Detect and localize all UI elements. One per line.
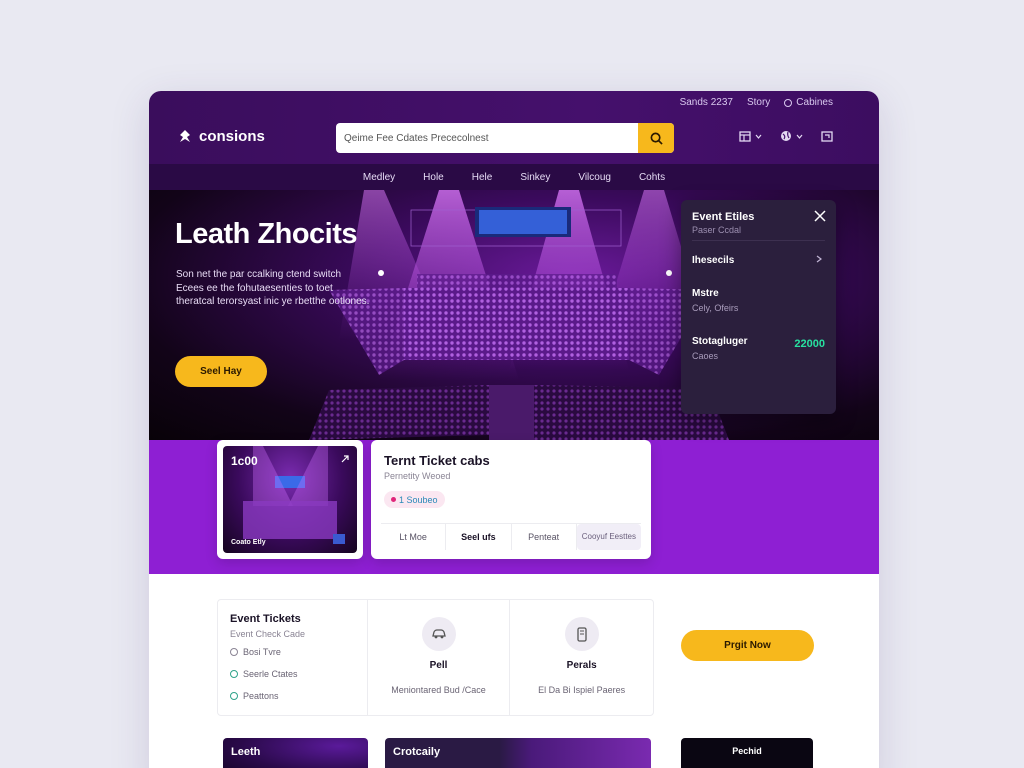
panel-row-3[interactable]: Stotagluger Caoes 22000 [692, 326, 825, 372]
chevron-right-icon [816, 255, 822, 263]
panel-subtitle: Paser Ccdal [692, 225, 742, 235]
tab-1[interactable]: Lt Moe [381, 524, 447, 550]
feature-label: Perals [566, 660, 597, 671]
ticket-info-card: Ternt Ticket cabs Pernetity Weoed 1 Soub… [371, 440, 651, 559]
hero-title: Leath Zhocits [175, 218, 358, 250]
panel-row-sub: Cely, Ofeirs [692, 303, 739, 313]
phone-icon [577, 626, 587, 642]
event-tile-2[interactable]: Crotcaily [385, 738, 651, 768]
header-icons [739, 130, 833, 142]
panel-title: Event Etiles [692, 211, 755, 223]
feature-col-perals[interactable]: Perals El Da Bi Ispiel Paeres [510, 600, 653, 715]
feature-item[interactable]: Bosi Tvre [230, 647, 355, 657]
language-menu[interactable] [780, 130, 803, 142]
nav-item-1[interactable]: Medley [363, 172, 395, 183]
search-button[interactable] [638, 123, 674, 153]
car-icon [431, 629, 446, 639]
feature-col-tickets: Event Tickets Event Check Cade Bosi Tvre… [218, 600, 368, 715]
app-frame: Sands 2237 Story Cabines consions Qeime … [149, 91, 879, 768]
window-icon [821, 130, 833, 142]
search-bar: Qeime Fee Cdates Prececolnest [336, 123, 674, 153]
nav-item-3[interactable]: Hele [472, 172, 493, 183]
feature-label: Pell [429, 660, 448, 671]
tab-2[interactable]: Seel ufs [446, 524, 512, 550]
chevron-down-icon [755, 134, 762, 139]
hero-description: Son net the par ccalking ctend switch Ec… [176, 269, 370, 307]
ticket-card-title: Ternt Ticket cabs [384, 453, 490, 468]
lower-section: Event Tickets Event Check Cade Bosi Tvre… [149, 574, 879, 768]
logo-text: consions [199, 128, 265, 145]
status-badge: 1 Soubeo [384, 491, 445, 508]
util-link-3[interactable]: Cabines [784, 97, 833, 108]
hero-cta-button[interactable]: Seel Hay [175, 356, 267, 387]
ticket-card-subtitle: Pernetity Weoed [384, 471, 451, 481]
event-filter-panel: Event Etiles Paser Ccdal Ihesecils Mstre… [681, 200, 836, 414]
header: Sands 2237 Story Cabines consions Qeime … [149, 91, 879, 164]
circle-icon [230, 692, 238, 700]
order-now-button[interactable]: Prgit Now [681, 630, 814, 661]
nav-item-4[interactable]: Sinkey [520, 172, 550, 183]
logo[interactable]: consions [177, 128, 265, 145]
nav-item-2[interactable]: Hole [423, 172, 444, 183]
circle-icon [230, 670, 238, 678]
panel-row-sub: Caoes [692, 351, 719, 361]
feature-col-pell[interactable]: Pell Meniontared Bud /Cace [368, 600, 511, 715]
util-link-1[interactable]: Sands 2237 [680, 97, 733, 108]
logo-icon [180, 129, 190, 142]
card-number: 1c00 [231, 454, 258, 468]
panel-row-1[interactable]: Ihesecils [692, 240, 825, 276]
event-tile-3[interactable]: Pechid [681, 738, 813, 768]
chevron-down-icon [796, 134, 803, 139]
panel-row-label: Mstre [692, 288, 719, 299]
close-icon[interactable] [814, 210, 826, 222]
tab-4[interactable]: Cooyuf Eesttes [576, 524, 641, 550]
feature-panel: Event Tickets Event Check Cade Bosi Tvre… [217, 599, 654, 716]
feature-icon-wrap [564, 617, 599, 651]
feature-icon-wrap [421, 617, 456, 651]
tab-3[interactable]: Penteat [512, 524, 577, 550]
main-nav: Medley Hole Hele Sinkey Vilcoug Cohts [149, 164, 879, 190]
search-input[interactable]: Qeime Fee Cdates Prececolnest [336, 133, 638, 144]
event-thumbnail: 1c00 Coato Etly [223, 446, 357, 553]
circle-icon [230, 648, 238, 656]
feature-title: Event Tickets [230, 613, 301, 625]
card-caption: Coato Etly [231, 539, 266, 546]
panel-row-2[interactable]: Mstre Cely, Ofeirs [692, 278, 825, 324]
calendar-menu[interactable] [739, 130, 762, 142]
feature-small-text: Meniontared Bud /Cace [391, 685, 486, 695]
featured-event-card[interactable]: 1c00 Coato Etly [217, 440, 363, 559]
feature-item[interactable]: Seerle Ctates [230, 669, 355, 679]
badge-dot-icon [391, 497, 396, 502]
util-link-2[interactable]: Story [747, 97, 770, 108]
panel-row-label: Ihesecils [692, 255, 735, 266]
utility-links: Sands 2237 Story Cabines [680, 97, 833, 108]
grid-icon [739, 130, 751, 142]
feature-item[interactable]: Peattons [230, 691, 355, 701]
search-icon [650, 132, 663, 145]
price-label: 22000 [794, 338, 825, 350]
feature-subtitle: Event Check Cade [230, 629, 306, 639]
arrow-icon [341, 455, 349, 463]
clock-icon [784, 98, 793, 107]
feature-small-text: El Da Bi Ispiel Paeres [538, 685, 626, 695]
ticket-tabs: Lt Moe Seel ufs Penteat Cooyuf Eesttes [381, 523, 641, 550]
account-menu[interactable] [821, 130, 833, 142]
nav-item-5[interactable]: Vilcoug [578, 172, 611, 183]
globe-icon [781, 131, 791, 141]
nav-item-6[interactable]: Cohts [639, 172, 665, 183]
event-tile-1[interactable]: Leeth [223, 738, 368, 768]
